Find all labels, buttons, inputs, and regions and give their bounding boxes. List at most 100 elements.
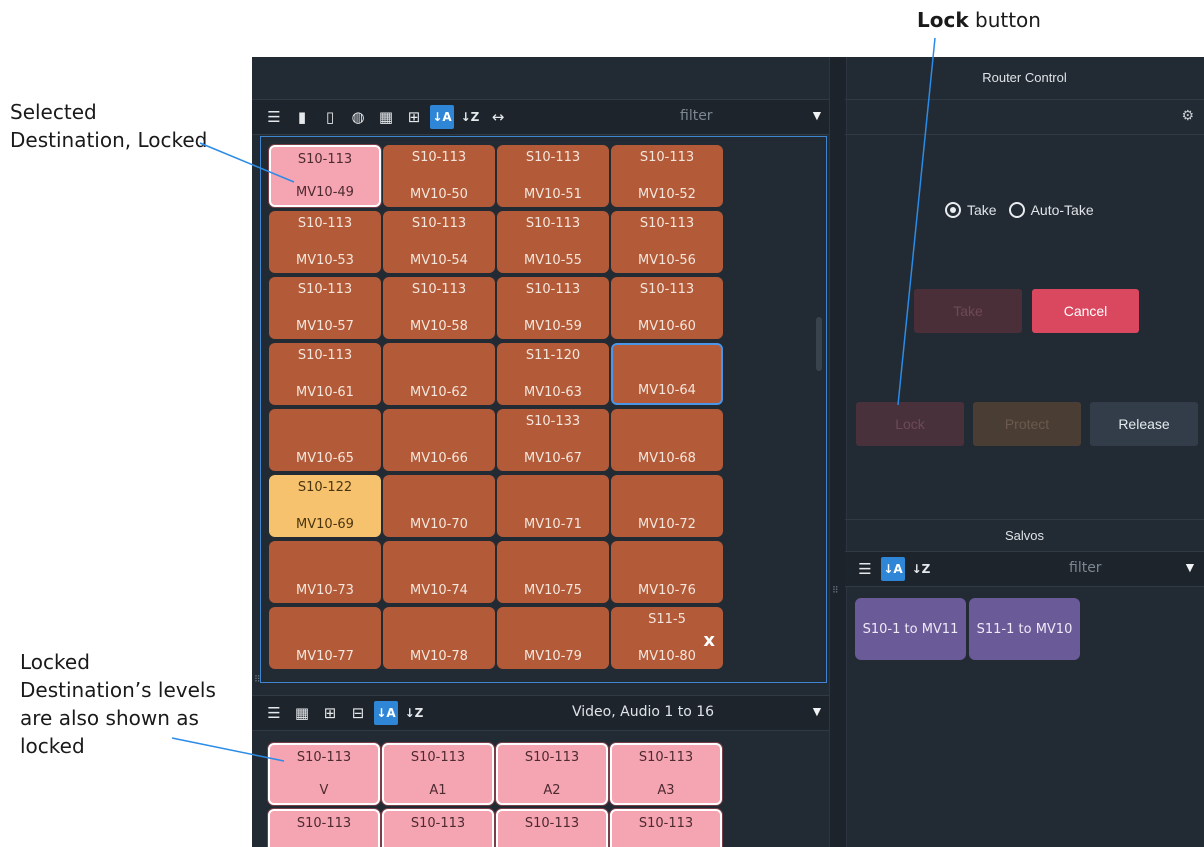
compact-tiles-icon[interactable]: ⊟	[346, 701, 370, 725]
sort-az-icon[interactable]: ↓A	[374, 701, 398, 725]
level-tile[interactable]: S10-113	[610, 809, 722, 847]
destination-tile[interactable]: S10-113 MV10-59	[497, 277, 609, 339]
destination-tile[interactable]: MV10-73	[269, 541, 381, 603]
take-button[interactable]: Take	[914, 289, 1022, 333]
destination-tile[interactable]: S10-113 MV10-49	[269, 145, 381, 207]
destination-tile[interactable]: S10-113 MV10-61	[269, 343, 381, 405]
large-tiles-icon[interactable]: ▦	[374, 105, 398, 129]
divider-grip-icon[interactable]: ⠿	[832, 585, 839, 596]
destination-tile[interactable]: MV10-62	[383, 343, 495, 405]
sort-za-icon[interactable]: ↓Z	[458, 105, 482, 129]
take-radio-label[interactable]: Take	[967, 202, 997, 218]
destination-tile[interactable]: S10-113 MV10-51	[497, 145, 609, 207]
release-button[interactable]: Release	[1090, 402, 1198, 446]
annotation-line: Destination, Locked	[10, 128, 208, 152]
salvo-button[interactable]: S11-1 to MV10	[969, 598, 1080, 660]
tile-destination-label: MV10-76	[638, 583, 696, 598]
tile-source-label: S10-113	[410, 750, 466, 765]
tile-source-label: S10-113	[525, 216, 581, 231]
tile-source-label: S11-5	[648, 612, 686, 627]
level-tile[interactable]: S10-113	[496, 809, 608, 847]
sort-az-icon[interactable]: ↓A	[881, 557, 905, 581]
sort-az-icon[interactable]: ↓A	[430, 105, 454, 129]
levels-filter-label[interactable]: Video, Audio 1 to 16	[572, 704, 714, 720]
destination-tile[interactable]: S10-113 MV10-50	[383, 145, 495, 207]
destination-tile[interactable]: MV10-66	[383, 409, 495, 471]
scrollbar-thumb[interactable]	[816, 317, 822, 371]
level-tile[interactable]: S10-113 A3	[610, 743, 722, 805]
destination-tile[interactable]: MV10-79	[497, 607, 609, 669]
list-view-icon[interactable]: ☰	[262, 701, 286, 725]
filter-funnel-icon[interactable]: ▼	[810, 107, 824, 123]
settings-icon[interactable]: ⚙	[1181, 107, 1194, 124]
destination-tile[interactable]: MV10-71	[497, 475, 609, 537]
destination-tile[interactable]: MV10-76	[611, 541, 723, 603]
level-tile[interactable]: S10-113 V	[268, 743, 380, 805]
sort-za-icon[interactable]: ↓Z	[402, 701, 426, 725]
protect-button[interactable]: Protect	[973, 402, 1081, 446]
panel-divider[interactable]: ⠿	[829, 57, 847, 847]
tile-destination-label: MV10-75	[524, 583, 582, 598]
lock-toggle-icon[interactable]: ◍	[346, 105, 370, 129]
tile-source-label: S10-113	[297, 152, 353, 167]
destination-tile[interactable]: S10-122 MV10-69	[269, 475, 381, 537]
destination-tile[interactable]: MV10-74	[383, 541, 495, 603]
cancel-button[interactable]: Cancel	[1032, 289, 1139, 333]
list-view-icon[interactable]: ☰	[262, 105, 286, 129]
destination-tile[interactable]: S10-113 MV10-56	[611, 211, 723, 273]
tile-destination-label: MV10-58	[410, 319, 468, 334]
level-tile[interactable]: S10-113	[382, 809, 494, 847]
destination-tile[interactable]: S10-113 MV10-60	[611, 277, 723, 339]
fit-width-icon[interactable]: ↔	[486, 105, 510, 129]
destination-tile[interactable]: MV10-64	[611, 343, 723, 405]
destination-tile[interactable]: MV10-65	[269, 409, 381, 471]
tile-source-label: S10-113	[297, 216, 353, 231]
annotation-lock-button: Lock button	[917, 6, 1041, 34]
destinations-toolbar: ☰ ▮ ▯ ◍ ▦ ⊞ ↓A ↓Z ↔ filter ▼	[252, 99, 829, 135]
small-tiles-icon[interactable]: ⊞	[402, 105, 426, 129]
tile-source-label: S10-113	[296, 816, 352, 831]
small-tiles-icon[interactable]: ⊞	[318, 701, 342, 725]
tile-destination-label: MV10-50	[410, 187, 468, 202]
tile-destination-label: MV10-59	[524, 319, 582, 334]
destination-tile[interactable]: S10-113 MV10-57	[269, 277, 381, 339]
sort-za-icon[interactable]: ↓Z	[909, 557, 933, 581]
large-tiles-icon[interactable]: ▦	[290, 701, 314, 725]
salvos-filter-input[interactable]: filter	[1069, 560, 1102, 576]
destinations-filter-input[interactable]: filter	[680, 108, 713, 124]
destination-tile[interactable]: MV10-70	[383, 475, 495, 537]
tile-source-label: S10-122	[297, 480, 353, 495]
destination-tile[interactable]: S11-5 MV10-80 x	[611, 607, 723, 669]
page-icon[interactable]: ▮	[290, 105, 314, 129]
destination-tile[interactable]: MV10-72	[611, 475, 723, 537]
auto-take-radio-label[interactable]: Auto-Take	[1031, 202, 1094, 218]
destination-tile[interactable]: MV10-75	[497, 541, 609, 603]
list-view-icon[interactable]: ☰	[853, 557, 877, 581]
level-tile[interactable]: S10-113	[268, 809, 380, 847]
tile-destination-label: MV10-73	[296, 583, 354, 598]
tile-source-label: S10-113	[524, 816, 580, 831]
tile-destination-label: MV10-52	[638, 187, 696, 202]
destination-tile[interactable]: MV10-77	[269, 607, 381, 669]
clipboard-icon[interactable]: ▯	[318, 105, 342, 129]
lock-button[interactable]: Lock	[856, 402, 964, 446]
destination-tile[interactable]: S10-113 MV10-52	[611, 145, 723, 207]
destination-tile[interactable]: S10-113 MV10-55	[497, 211, 609, 273]
salvo-button[interactable]: S10-1 to MV11	[855, 598, 966, 660]
destination-tile[interactable]: S11-120 MV10-63	[497, 343, 609, 405]
tile-destination-label: MV10-53	[296, 253, 354, 268]
destination-tile[interactable]: MV10-68	[611, 409, 723, 471]
level-tile[interactable]: S10-113 A2	[496, 743, 608, 805]
destination-tile[interactable]: S10-133 MV10-67	[497, 409, 609, 471]
destination-tile[interactable]: S10-113 MV10-53	[269, 211, 381, 273]
router-app-window: ⠿ ⠿ ☰ ▮ ▯ ◍ ▦ ⊞ ↓A ↓Z ↔ filter ▼ S10-113…	[252, 57, 1204, 847]
auto-take-radio-icon[interactable]	[1008, 202, 1025, 218]
splitter-grip-icon[interactable]: ⠿	[254, 674, 261, 685]
level-tile[interactable]: S10-113 A1	[382, 743, 494, 805]
destination-tile[interactable]: S10-113 MV10-58	[383, 277, 495, 339]
take-radio-icon[interactable]	[945, 202, 961, 218]
destination-tile[interactable]: MV10-78	[383, 607, 495, 669]
destination-tile[interactable]: S10-113 MV10-54	[383, 211, 495, 273]
filter-funnel-icon[interactable]: ▼	[1183, 559, 1197, 575]
filter-funnel-icon[interactable]: ▼	[810, 703, 824, 719]
